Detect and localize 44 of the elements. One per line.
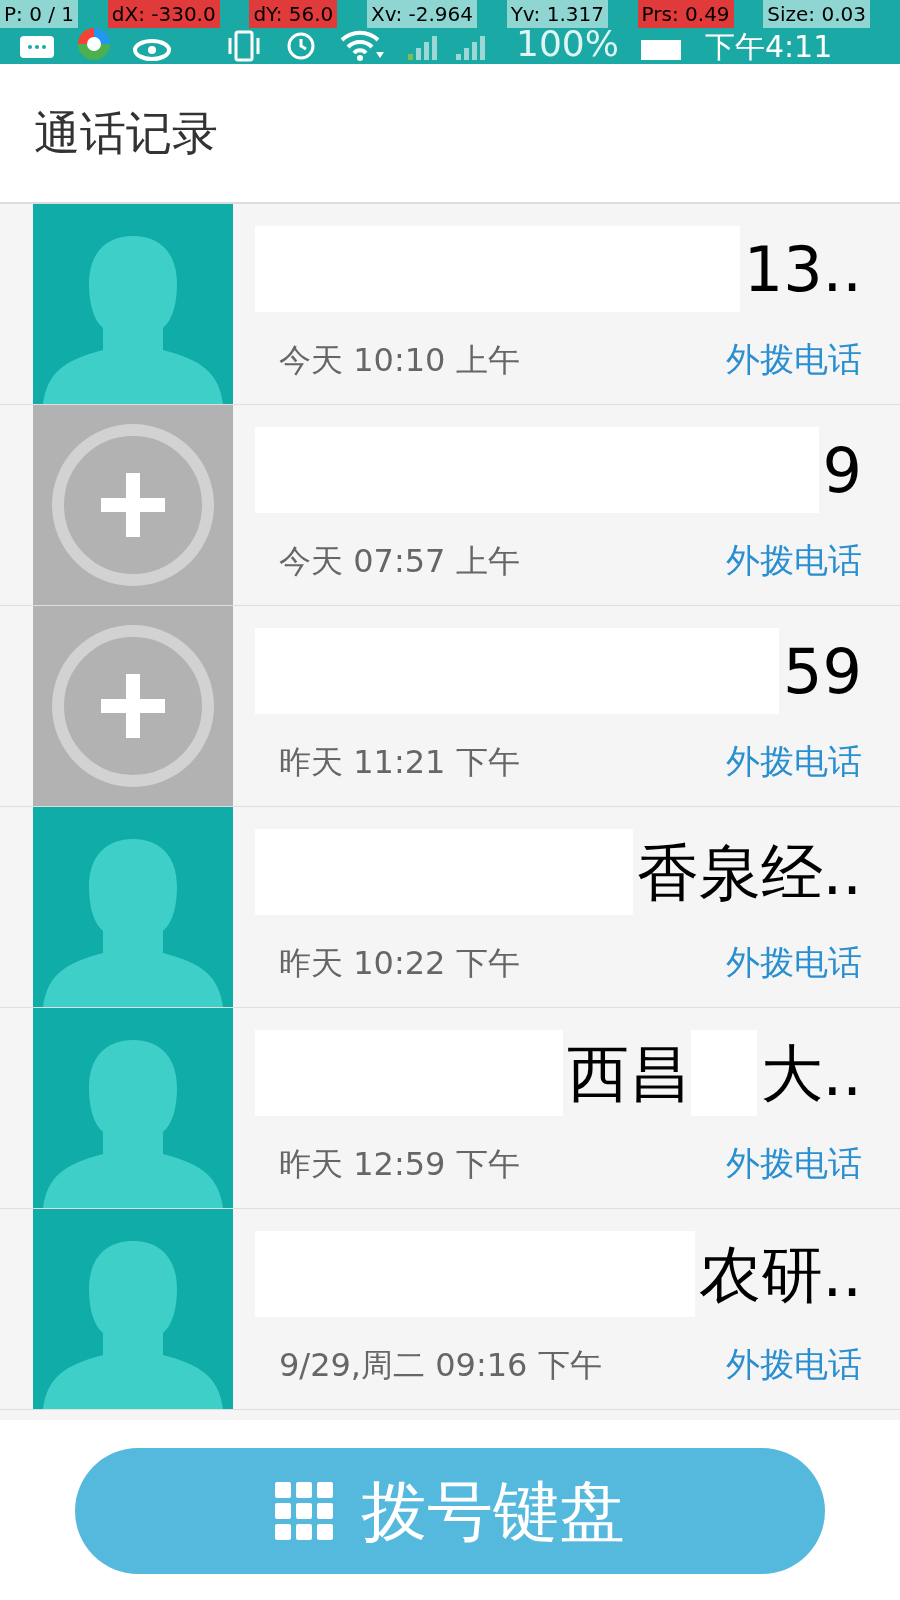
- call-type: 外拨电话: [726, 740, 862, 783]
- battery-percent: 100%: [516, 26, 619, 62]
- add-contact-icon: [33, 606, 233, 806]
- debug-readout: dX: -330.0: [107, 0, 220, 28]
- caller-name: 农研..: [697, 1236, 862, 1313]
- call-log-row[interactable]: 9 今天 07:57 上午 外拨电话: [0, 405, 900, 606]
- debug-readout: Xv: -2.964: [366, 0, 477, 28]
- call-time: 今天 07:57 上午: [279, 540, 520, 582]
- debug-readout: Size: 0.03: [763, 0, 870, 28]
- person-silhouette-icon: [33, 204, 233, 404]
- wifi-icon: [338, 28, 386, 62]
- call-type: 外拨电话: [726, 539, 862, 582]
- debug-readout: Prs: 0.49: [637, 0, 734, 28]
- caller-name: 9: [821, 432, 862, 509]
- debug-readout: P: 0 / 1: [0, 0, 79, 28]
- caller-name: 59: [782, 633, 862, 710]
- call-type: 外拨电话: [726, 1343, 862, 1386]
- call-time: 9/29,周二 09:16 下午: [279, 1344, 602, 1386]
- caller-name: 香泉经..: [635, 834, 862, 911]
- call-type: 外拨电话: [726, 941, 862, 984]
- call-log-row[interactable]: 西昌 大.. 昨天 12:59 下午 外拨电话: [0, 1008, 900, 1209]
- debug-readout: Yv: 1.317: [506, 0, 608, 28]
- call-log-row[interactable]: 农研.. 9/29,周二 09:16 下午 外拨电话: [0, 1209, 900, 1410]
- call-type: 外拨电话: [726, 1142, 862, 1185]
- person-silhouette-icon: [33, 807, 233, 1007]
- person-silhouette-icon: [33, 1209, 233, 1409]
- call-type: 外拨电话: [726, 338, 862, 381]
- call-time: 昨天 11:21 下午: [279, 741, 520, 783]
- page-title: 通话记录: [34, 104, 218, 162]
- call-time: 昨天 12:59 下午: [279, 1143, 520, 1185]
- person-silhouette-icon: [33, 1008, 233, 1208]
- debug-readout: dY: 56.0: [249, 0, 338, 28]
- call-log-row[interactable]: 香泉经.. 昨天 10:22 下午 外拨电话: [0, 807, 900, 1008]
- caller-name: 大..: [759, 1035, 862, 1112]
- call-log-row[interactable]: 59 昨天 11:21 下午 外拨电话: [0, 606, 900, 807]
- call-time: 昨天 10:22 下午: [279, 942, 520, 984]
- clock: 下午4:11: [704, 32, 833, 62]
- call-time: 今天 10:10 上午: [279, 339, 520, 381]
- grid-icon: [275, 1482, 333, 1540]
- caller-name: 13..: [742, 231, 862, 308]
- app-icon: [76, 26, 112, 62]
- caller-name: 西昌: [565, 1035, 691, 1112]
- add-contact-icon: [33, 405, 233, 605]
- call-log-row[interactable]: 13.. 今天 10:10 上午 外拨电话: [0, 204, 900, 405]
